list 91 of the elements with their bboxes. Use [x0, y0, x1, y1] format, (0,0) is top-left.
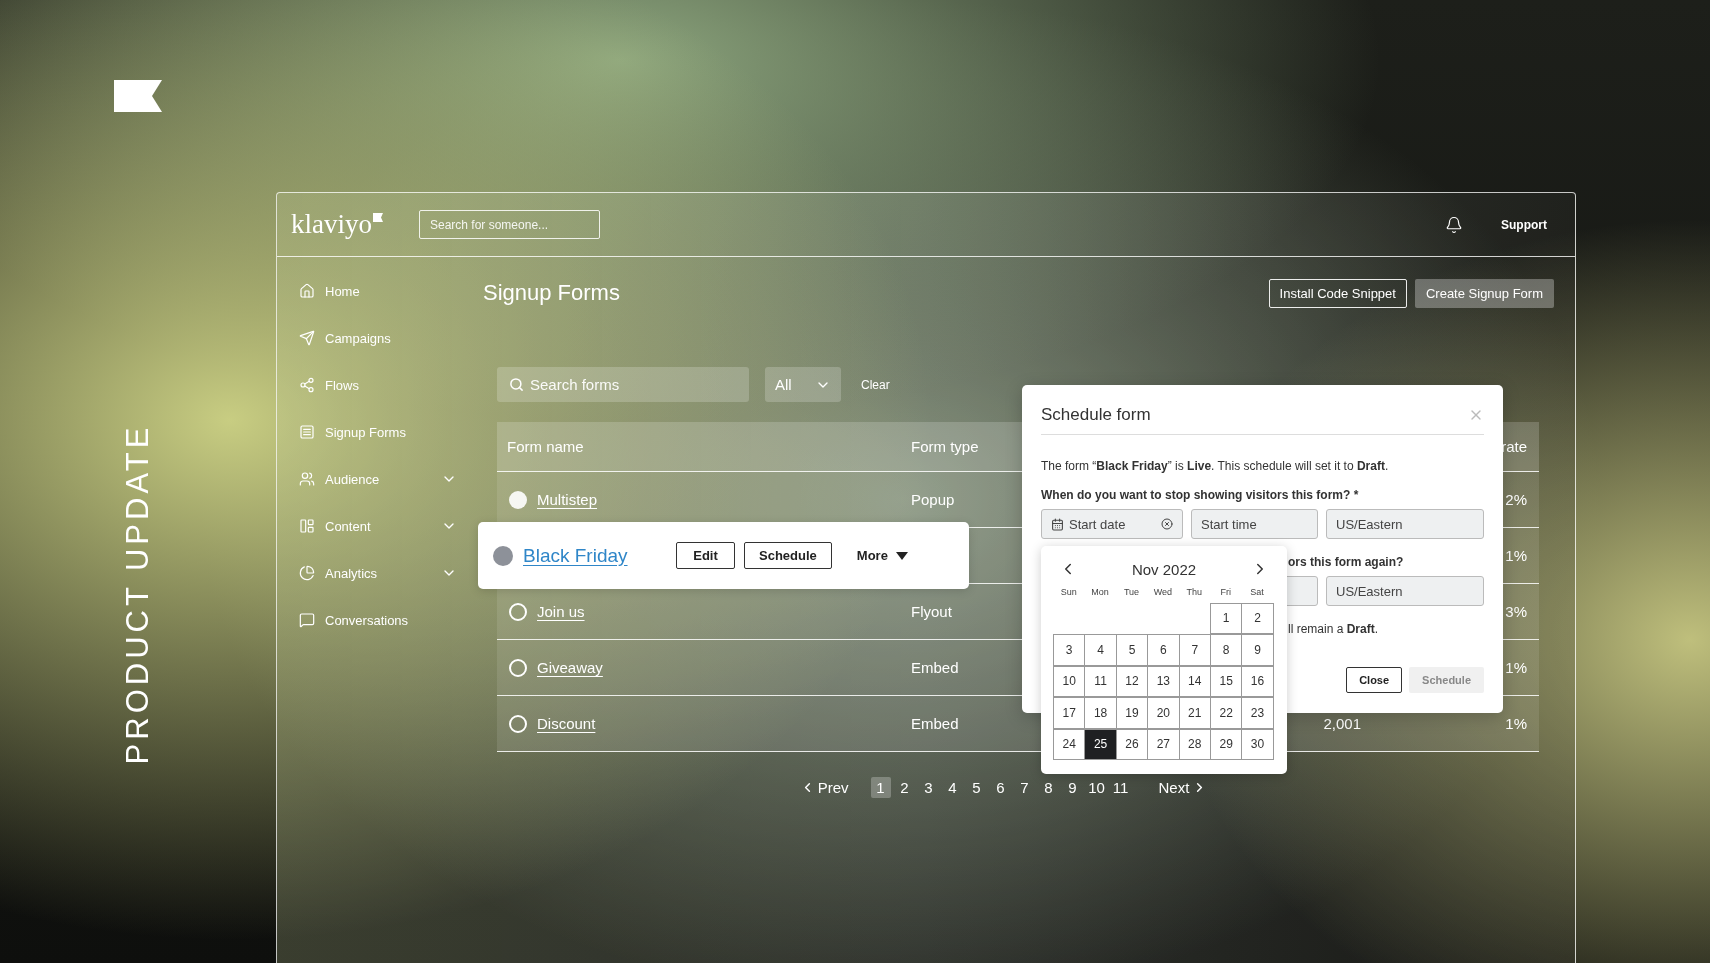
page-link[interactable]: 1: [870, 776, 891, 798]
send-icon: [299, 330, 315, 346]
chat-icon: [299, 612, 315, 628]
page-link[interactable]: 11: [1110, 776, 1131, 798]
form-link[interactable]: Discount: [537, 715, 596, 732]
dialog-title: Schedule form: [1041, 405, 1151, 425]
day-cell[interactable]: 25: [1084, 728, 1117, 760]
page-link[interactable]: 2: [894, 776, 915, 798]
weekday-label: Sun: [1059, 587, 1078, 597]
weekday-label: Wed: [1152, 587, 1174, 597]
timezone-field[interactable]: US/Eastern: [1326, 576, 1484, 606]
day-cell[interactable]: 20: [1147, 697, 1180, 729]
page-link[interactable]: 4: [942, 776, 963, 798]
day-cell[interactable]: 23: [1241, 697, 1274, 729]
weekday-label: Sat: [1249, 587, 1265, 597]
header-button[interactable]: Install Code Snippet: [1268, 278, 1407, 308]
weekday-label: Fri: [1219, 587, 1232, 597]
day-cell[interactable]: 6: [1147, 634, 1180, 666]
table-cell: 2,001: [1323, 715, 1361, 732]
day-cell[interactable]: 3: [1053, 634, 1086, 666]
day-cell[interactable]: 4: [1084, 634, 1117, 666]
page-link[interactable]: 7: [1014, 776, 1035, 798]
prev-link[interactable]: Prev: [799, 778, 849, 796]
layout-icon: [299, 518, 315, 534]
form-icon: [299, 424, 315, 440]
date-field[interactable]: Start date: [1041, 509, 1183, 539]
dialog-button[interactable]: Close: [1346, 667, 1403, 693]
support-link[interactable]: Support: [1501, 217, 1547, 232]
day-cell[interactable]: 11: [1084, 665, 1117, 697]
time-field[interactable]: Start time: [1191, 509, 1318, 539]
day-cell[interactable]: 17: [1053, 697, 1086, 729]
people-icon: [299, 471, 315, 487]
column-header: Form name: [506, 438, 585, 455]
table-cell: 3%: [1505, 603, 1527, 620]
page-link[interactable]: 3: [918, 776, 939, 798]
table-cell: Flyout: [911, 603, 952, 620]
page-link[interactable]: 6: [990, 776, 1011, 798]
day-cell[interactable]: 18: [1084, 697, 1117, 729]
action-button[interactable]: Edit: [676, 542, 735, 569]
day-cell[interactable]: 21: [1178, 697, 1211, 729]
weekday-label: Mon: [1090, 587, 1110, 597]
page-link[interactable]: 9: [1062, 776, 1083, 798]
weekday-label: Thu: [1185, 587, 1203, 597]
form-link[interactable]: Black Friday: [523, 544, 676, 567]
day-cell[interactable]: 27: [1147, 728, 1180, 760]
day-cell[interactable]: 16: [1241, 665, 1274, 697]
calendar-icon: [1051, 517, 1064, 531]
table-cell: 1%: [1505, 659, 1527, 676]
field-label: When do you want to stop showing visitors this form? *: [1041, 488, 1360, 502]
table-cell: 1%: [1505, 715, 1527, 732]
table-cell: Embed: [911, 659, 959, 676]
clear-link[interactable]: Clear: [861, 377, 890, 392]
bell-icon[interactable]: [1445, 215, 1463, 234]
table-cell: Embed: [911, 715, 959, 732]
table-cell: 1%: [1505, 547, 1527, 564]
day-cell[interactable]: 9: [1241, 634, 1274, 666]
timezone-field[interactable]: US/Eastern: [1326, 509, 1484, 539]
flag-icon: [373, 213, 383, 222]
day-cell[interactable]: 1: [1209, 602, 1243, 634]
table-cell: Popup: [911, 491, 955, 508]
day-cell[interactable]: 24: [1053, 728, 1086, 760]
field-label: ors this form again?: [1287, 555, 1405, 569]
day-cell[interactable]: 10: [1053, 665, 1086, 697]
tagline: PRODUCT UPDATE: [120, 423, 156, 765]
page-title: Signup Forms: [483, 280, 621, 306]
column-header: Form type: [911, 438, 980, 455]
header-button[interactable]: Create Signup Form: [1414, 278, 1554, 308]
caret-icon: [895, 551, 908, 560]
day-cell[interactable]: 7: [1178, 634, 1211, 666]
dialog-text: The form “Black Friday” is Live. This schedule will set it to Draft.: [1041, 459, 1390, 473]
page-link[interactable]: 10: [1086, 776, 1107, 798]
month-label: Nov 2022: [1131, 560, 1197, 578]
flag-icon: [114, 80, 162, 112]
home-icon: [299, 283, 315, 299]
more-button[interactable]: More: [856, 548, 908, 563]
dialog-text: ll remain a Draft.: [1287, 622, 1380, 636]
day-cell[interactable]: 30: [1241, 728, 1274, 760]
action-button[interactable]: Schedule: [744, 542, 832, 569]
page-link[interactable]: 5: [966, 776, 987, 798]
pie-chart-icon: [299, 565, 315, 581]
day-cell[interactable]: 13: [1147, 665, 1180, 697]
logo-text: klaviyo: [291, 209, 372, 240]
table-cell: 2%: [1505, 491, 1527, 508]
day-cell[interactable]: 2: [1241, 602, 1274, 634]
share-nodes-icon: [299, 377, 315, 393]
page-link[interactable]: 8: [1038, 776, 1059, 798]
search-field[interactable]: Search for someone...: [419, 210, 600, 239]
clear-icon[interactable]: [1161, 518, 1173, 530]
search-icon: [509, 377, 524, 392]
next-link[interactable]: Next: [1158, 778, 1208, 796]
weekday-label: Tue: [1122, 587, 1141, 597]
